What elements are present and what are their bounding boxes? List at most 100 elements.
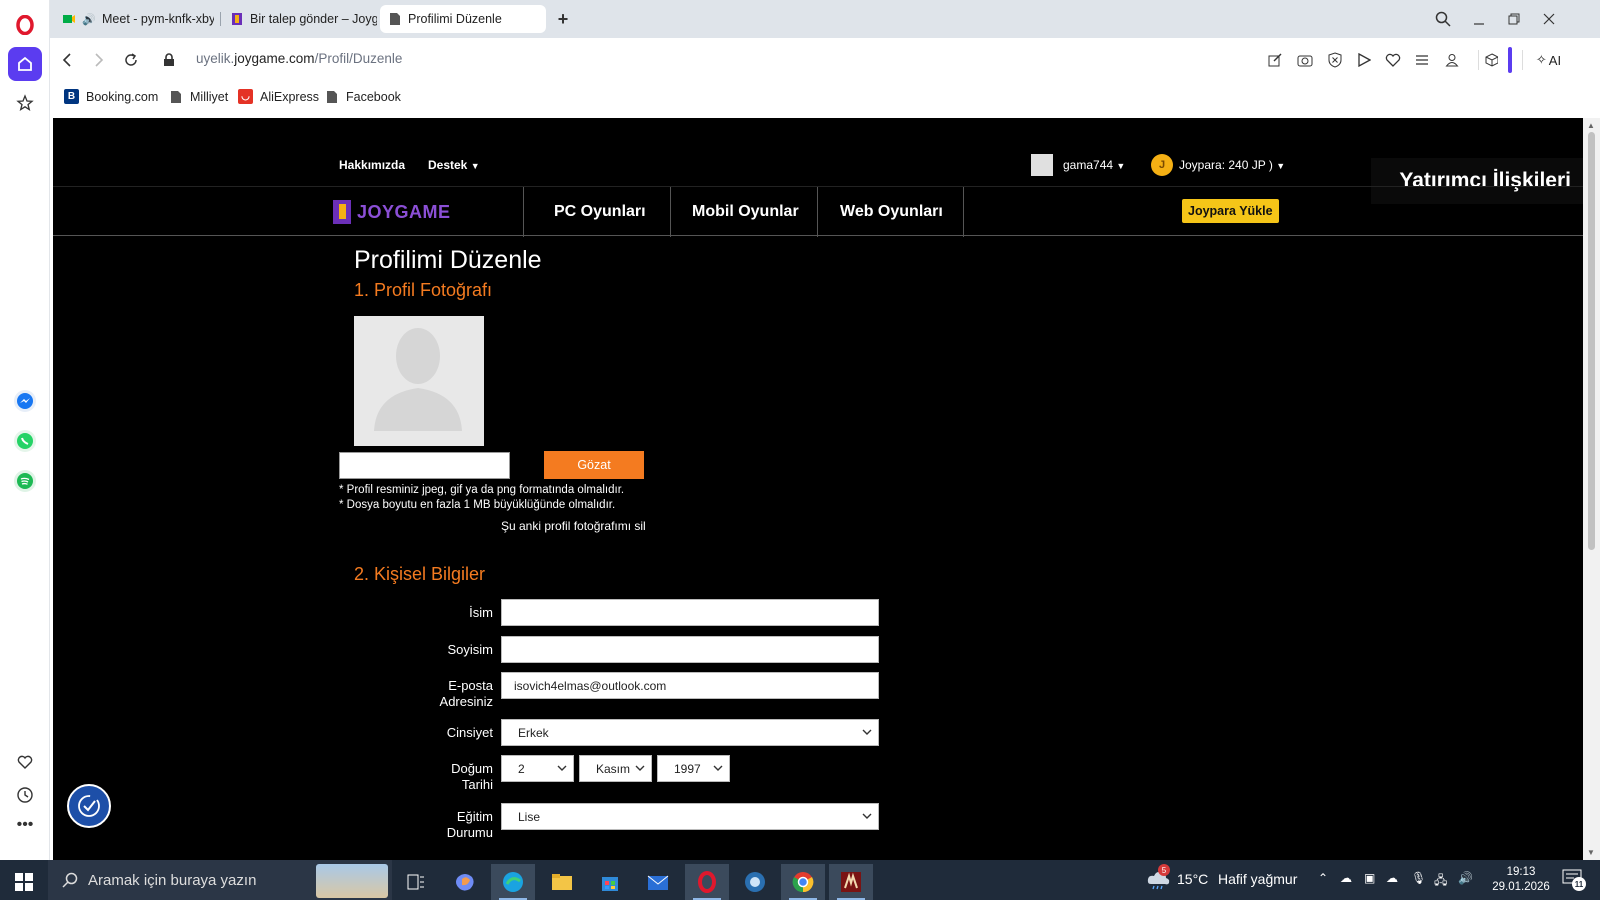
url-field[interactable]: uyelik.joygame.com/Profil/Duzenle xyxy=(196,51,402,66)
about-link[interactable]: Hakkımızda xyxy=(339,158,405,172)
heart-icon[interactable] xyxy=(8,745,42,779)
avatar[interactable] xyxy=(1031,154,1053,176)
forward-icon[interactable] xyxy=(88,49,110,71)
cube-icon[interactable] xyxy=(1478,50,1498,70)
close-icon[interactable] xyxy=(1538,8,1560,30)
task-view-icon[interactable] xyxy=(394,864,438,900)
whatsapp-icon[interactable] xyxy=(8,424,42,458)
education-label-line1: Eğitim xyxy=(456,809,493,824)
bookmark-milliyet[interactable]: Milliyet xyxy=(168,89,228,104)
weather-desc[interactable]: Hafif yağmur xyxy=(1218,871,1297,887)
spotify-icon[interactable] xyxy=(8,464,42,498)
edge-icon[interactable] xyxy=(491,864,535,900)
surname-field[interactable] xyxy=(501,636,879,663)
ai-label: AI xyxy=(1548,52,1562,68)
scroll-down-icon[interactable]: ▼ xyxy=(1587,848,1595,857)
bookmark-aliexpress[interactable]: ◡ AliExpress xyxy=(238,89,319,104)
back-icon[interactable] xyxy=(56,49,78,71)
opera-taskbar-icon[interactable] xyxy=(685,864,729,900)
nav-pc-games[interactable]: PC Oyunları xyxy=(554,203,646,221)
heart-icon[interactable] xyxy=(1383,50,1403,70)
restore-icon[interactable] xyxy=(1503,8,1525,30)
cloud-sync-icon[interactable]: ☁ xyxy=(1386,871,1398,885)
chrome-icon[interactable] xyxy=(781,864,825,900)
file-input[interactable] xyxy=(339,452,510,479)
game-app-icon[interactable] xyxy=(829,864,873,900)
network-icon[interactable]: 🖧 xyxy=(1434,871,1447,892)
weather-temp[interactable]: 15°C xyxy=(1177,871,1208,887)
search-icon[interactable] xyxy=(1432,8,1454,30)
nav-mobile-games[interactable]: Mobil Oyunlar xyxy=(692,203,799,221)
bookmark-label: Facebook xyxy=(346,89,401,104)
clock[interactable]: 19:13 29.01.2026 xyxy=(1486,865,1556,895)
file-explorer-icon[interactable] xyxy=(540,864,584,900)
volume-icon[interactable]: 🔊 xyxy=(1458,871,1473,885)
education-select[interactable]: Lise xyxy=(501,803,879,830)
adblock-shield-icon[interactable] xyxy=(1325,50,1345,70)
tab-joygame-request[interactable]: Bir talep gönder – Joygam xyxy=(222,5,377,33)
chevron-down-icon: ▼ xyxy=(1276,161,1286,171)
history-icon[interactable] xyxy=(8,778,42,812)
onedrive-icon[interactable]: ☁ xyxy=(1340,871,1352,885)
nav-web-games[interactable]: Web Oyunları xyxy=(840,203,943,221)
gender-select[interactable]: Erkek xyxy=(501,719,879,746)
birth-year-select[interactable]: 1997 xyxy=(657,755,730,782)
home-icon[interactable] xyxy=(8,47,42,81)
star-icon[interactable] xyxy=(8,86,42,120)
tab-profile-edit[interactable]: Profilimi Düzenle xyxy=(380,5,546,33)
windows-start-icon[interactable] xyxy=(2,864,46,900)
browse-button[interactable]: Gözat xyxy=(544,451,644,479)
opera-logo-icon[interactable] xyxy=(8,8,42,42)
page-viewport: Hakkımızda Destek ▼ gama744 ▼ J Joypara:… xyxy=(53,118,1583,860)
copilot-icon[interactable] xyxy=(443,864,487,900)
education-value: Lise xyxy=(518,809,541,824)
lock-icon[interactable] xyxy=(158,49,180,71)
user-menu[interactable]: gama744 ▼ xyxy=(1063,158,1125,172)
gender-value: Erkek xyxy=(518,725,549,740)
scroll-thumb[interactable] xyxy=(1588,132,1595,550)
nav-divider xyxy=(817,187,818,237)
joypara-coin-icon: J xyxy=(1151,154,1173,176)
email-label-line2: Adresiniz xyxy=(439,694,493,709)
joypara-load-button[interactable]: Joypara Yükle xyxy=(1182,199,1279,223)
page-scrollbar[interactable]: ▲ ▼ xyxy=(1583,118,1600,860)
search-placeholder: Aramak için buraya yazın xyxy=(88,871,257,889)
scroll-up-icon[interactable]: ▲ xyxy=(1587,121,1595,130)
accessibility-button[interactable] xyxy=(67,784,111,828)
joygame-logo[interactable]: JOYGAME xyxy=(331,199,451,225)
email-field[interactable]: isovich4elmas@outlook.com xyxy=(501,672,879,699)
bookmark-facebook[interactable]: Facebook xyxy=(324,89,401,104)
profile-photo xyxy=(354,316,484,446)
meet-now-icon[interactable]: ▣ xyxy=(1364,871,1375,885)
tab-meet[interactable]: 🔊 Meet - pym-knfk-xby xyxy=(54,5,214,33)
camera-icon[interactable] xyxy=(1295,50,1315,70)
snapshot-edit-icon[interactable] xyxy=(1265,50,1285,70)
tray-chevron-icon[interactable]: ⌃ xyxy=(1318,871,1328,885)
mail-icon[interactable] xyxy=(636,864,680,900)
messenger-icon[interactable] xyxy=(8,384,42,418)
bookmark-booking[interactable]: B Booking.com xyxy=(64,89,158,104)
steam-like-app-icon[interactable] xyxy=(733,864,777,900)
more-icon[interactable]: ••• xyxy=(8,808,42,842)
page-icon xyxy=(168,89,183,104)
birth-month-select[interactable]: Kasım xyxy=(579,755,652,782)
easy-setup-icon[interactable] xyxy=(1412,50,1432,70)
joypara-balance[interactable]: Joypara: 240 JP ) ▼ xyxy=(1179,158,1285,172)
notifications-icon[interactable]: 11 xyxy=(1562,869,1586,892)
minimize-icon[interactable] xyxy=(1468,8,1490,30)
reload-icon[interactable] xyxy=(120,49,142,71)
name-field[interactable] xyxy=(501,599,879,626)
surname-label: Soyisim xyxy=(447,642,493,657)
birth-day-select[interactable]: 2 xyxy=(501,755,574,782)
microphone-icon[interactable]: 🎙 xyxy=(1411,871,1426,885)
aria-ai-button[interactable]: ✧ AI xyxy=(1522,50,1574,70)
speaker-icon[interactable]: 🔊 xyxy=(82,12,96,26)
new-tab-plus-icon[interactable]: + xyxy=(552,8,574,30)
weather-icon[interactable]: 5 xyxy=(1146,864,1172,895)
profile-icon[interactable] xyxy=(1442,50,1462,70)
player-play-icon[interactable] xyxy=(1354,50,1374,70)
support-link[interactable]: Destek ▼ xyxy=(428,158,480,172)
delete-photo-link[interactable]: Şu anki profil fotoğrafımı sil xyxy=(501,519,646,533)
taskbar-search[interactable]: Aramak için buraya yazın xyxy=(48,860,392,900)
store-icon[interactable] xyxy=(588,864,632,900)
